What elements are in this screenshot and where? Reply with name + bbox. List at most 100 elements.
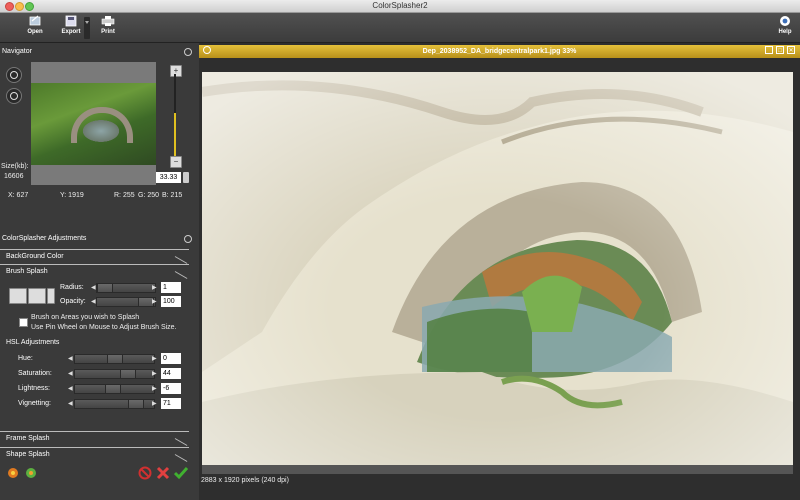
navigator-preview-image — [31, 83, 156, 165]
cancel-icon[interactable] — [156, 466, 170, 480]
opacity-value-field[interactable]: 100 — [161, 296, 181, 307]
saturation-left-arrow[interactable]: ◀ — [68, 370, 73, 378]
image-window-title: Dep_2038952_DA_bridgecentralpark1.jpg 33… — [422, 48, 577, 55]
opacity-label: Opacity: — [60, 298, 86, 305]
image-window-close-button[interactable]: ✕ — [787, 46, 795, 54]
radius-slider-thumb[interactable] — [97, 283, 113, 293]
vignetting-label: Vignetting: — [18, 400, 51, 407]
reset-icon[interactable] — [138, 466, 152, 480]
vignetting-left-arrow[interactable]: ◀ — [68, 400, 73, 408]
frame-splash-header[interactable]: Frame Splash — [0, 431, 189, 444]
window-minimize-button[interactable] — [15, 2, 24, 11]
splash-preset-icon[interactable] — [6, 466, 20, 480]
radius-right-arrow[interactable]: ▶ — [152, 284, 157, 292]
brush-hint-2: Use Pin Wheel on Mouse to Adjust Brush S… — [31, 324, 177, 331]
zoom-stepper[interactable] — [183, 172, 189, 183]
zoom-actual-icon[interactable] — [6, 88, 22, 104]
print-label: Print — [101, 29, 115, 35]
brush-checkbox[interactable] — [19, 318, 28, 327]
help-label: Help — [778, 29, 792, 35]
opacity-left-arrow[interactable]: ◀ — [91, 298, 96, 306]
zoom-in-button[interactable]: + — [170, 65, 182, 77]
window-title: ColorSplasher2 — [372, 1, 428, 10]
window-zoom-button[interactable] — [25, 2, 34, 11]
hue-right-arrow[interactable]: ▶ — [152, 355, 157, 363]
title-bar: ColorSplasher2 — [0, 0, 800, 13]
background-color-header[interactable]: BackGround Color — [0, 249, 189, 262]
radius-left-arrow[interactable]: ◀ — [91, 284, 96, 292]
brush-hint-1: Brush on Areas you wish to Splash — [31, 314, 140, 321]
image-window-titlebar: Dep_2038952_DA_bridgecentralpark1.jpg 33… — [199, 45, 800, 58]
x-coordinate: X: 627 — [8, 192, 29, 199]
lightness-slider-thumb[interactable] — [105, 384, 121, 394]
navigator-title: Navigator — [2, 48, 32, 55]
opacity-row: Opacity: ◀ ▶ 100 — [0, 296, 196, 307]
saturation-slider[interactable] — [74, 369, 155, 379]
hue-label: Hue: — [18, 355, 33, 362]
open-button[interactable]: Open — [18, 15, 52, 35]
radius-row: Radius: ◀ ▶ 1 — [0, 282, 196, 293]
vignetting-right-arrow[interactable]: ▶ — [152, 400, 157, 408]
toolbar: Open Export Print Help — [0, 13, 800, 43]
zoom-value-field[interactable]: 33.33 — [156, 172, 181, 183]
lightness-left-arrow[interactable]: ◀ — [68, 385, 73, 393]
hue-row: Hue: ◀ ▶ 0 — [0, 353, 196, 364]
lightness-label: Lightness: — [18, 385, 50, 392]
splash-preset-2-icon[interactable] — [24, 466, 38, 480]
window-close-button[interactable] — [5, 2, 14, 11]
image-window: Dep_2038952_DA_bridgecentralpark1.jpg 33… — [199, 43, 800, 500]
radius-value-field[interactable]: 1 — [161, 282, 181, 293]
image-canvas[interactable] — [202, 72, 793, 465]
navigator-thumbnail[interactable] — [31, 62, 156, 185]
image-window-minimize-button[interactable]: _ — [765, 46, 773, 54]
adjustments-settings-icon[interactable] — [184, 235, 192, 243]
export-button[interactable]: Export — [54, 15, 88, 35]
vignetting-row: Vignetting: ◀ ▶ 71 — [0, 398, 196, 409]
saturation-right-arrow[interactable]: ▶ — [152, 370, 157, 378]
hue-slider-thumb[interactable] — [107, 354, 123, 364]
export-icon — [65, 15, 77, 27]
lightness-row: Lightness: ◀ ▶ -6 — [0, 383, 196, 394]
lightness-value-field[interactable]: -6 — [161, 383, 181, 394]
help-button[interactable]: Help — [768, 15, 800, 35]
size-label: Size(kb): — [1, 163, 29, 170]
saturation-label: Saturation: — [18, 370, 52, 377]
export-label: Export — [61, 29, 81, 35]
bridge-photo — [202, 72, 793, 465]
open-icon — [29, 15, 41, 26]
hue-value-field[interactable]: 0 — [161, 353, 181, 364]
radius-label: Radius: — [60, 284, 84, 291]
image-window-menu-icon[interactable] — [203, 46, 211, 54]
zoom-out-button[interactable]: − — [170, 156, 182, 168]
navigator-settings-icon[interactable] — [184, 48, 192, 56]
adjustments-title: ColorSplasher Adjustments — [2, 235, 87, 242]
image-dimensions-status: 2883 x 1920 pixels (240 dpi) — [201, 477, 289, 484]
help-icon — [780, 16, 790, 26]
image-window-maximize-button[interactable]: □ — [776, 46, 784, 54]
horizontal-scrollbar[interactable] — [202, 465, 793, 474]
red-value: R: 255 — [114, 192, 135, 199]
saturation-value-field[interactable]: 44 — [161, 368, 181, 379]
vignetting-value-field[interactable]: 71 — [161, 398, 181, 409]
zoom-fit-icon[interactable] — [6, 67, 22, 83]
hue-left-arrow[interactable]: ◀ — [68, 355, 73, 363]
blue-value: B: 215 — [162, 192, 183, 199]
print-icon — [101, 16, 115, 26]
print-button[interactable]: Print — [91, 15, 125, 35]
lightness-right-arrow[interactable]: ▶ — [152, 385, 157, 393]
left-panel: Navigator + − Size(kb): 16606 33.33 X: 6… — [0, 43, 196, 500]
size-value: 16606 — [4, 173, 24, 180]
open-label: Open — [27, 29, 43, 35]
saturation-row: Saturation: ◀ ▶ 44 — [0, 368, 196, 379]
saturation-slider-thumb[interactable] — [120, 369, 136, 379]
shape-splash-header[interactable]: Shape Splash — [0, 447, 189, 460]
opacity-right-arrow[interactable]: ▶ — [152, 298, 157, 306]
vignetting-slider-thumb[interactable] — [128, 399, 144, 409]
zoom-slider-fill — [174, 113, 176, 162]
green-value: G: 250 — [138, 192, 160, 199]
hsl-title: HSL Adjustments — [6, 339, 60, 346]
apply-check-icon[interactable] — [174, 466, 188, 480]
brush-splash-header[interactable]: Brush Splash — [0, 264, 189, 277]
y-coordinate: Y: 1919 — [60, 192, 84, 199]
export-dropdown-arrow[interactable] — [84, 17, 90, 39]
